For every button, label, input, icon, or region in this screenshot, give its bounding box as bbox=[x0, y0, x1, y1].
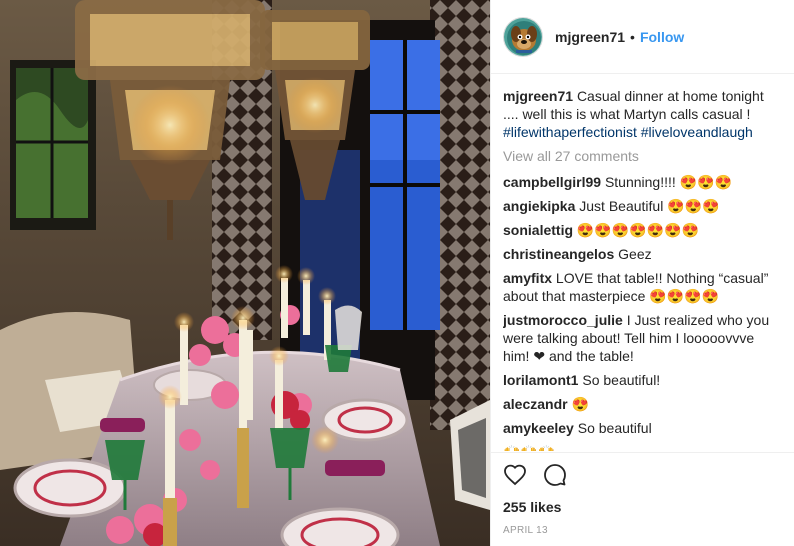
comment-item: angiekipka Just Beautiful 😍😍😍 bbox=[503, 197, 781, 215]
post-date: APRIL 13 bbox=[503, 525, 548, 536]
comment-username[interactable]: aleczandr bbox=[503, 396, 568, 412]
speech-bubble-icon[interactable] bbox=[543, 463, 567, 487]
post-actions: 255 likes APRIL 13 bbox=[491, 452, 794, 546]
caption-hashtags[interactable]: #lifewithaperfectionist #liveloveandlaug… bbox=[503, 124, 753, 140]
comment-text: So beautiful! bbox=[582, 372, 661, 388]
post-photo[interactable] bbox=[0, 0, 490, 546]
dog-avatar-icon bbox=[504, 17, 542, 56]
comment-text: So beautiful bbox=[577, 420, 652, 436]
dinner-table-photo bbox=[0, 0, 490, 546]
comment-username[interactable]: sonialettig bbox=[503, 222, 573, 238]
likes-count[interactable]: 255 likes bbox=[503, 499, 794, 515]
comment-item: sonialettig 😍😍😍😍😍😍😍 bbox=[503, 221, 781, 239]
comment-text: Geez bbox=[618, 246, 652, 262]
comment-username[interactable]: campbellgirl99 bbox=[503, 174, 601, 190]
post: mjgreen71 • Follow mjgreen71 Casual dinn… bbox=[0, 0, 794, 546]
comment-text: Stunning!!!! 😍😍😍 bbox=[604, 174, 732, 190]
separator-dot: • bbox=[630, 28, 635, 45]
comment-item: justmorocco_julie I Just realized who yo… bbox=[503, 311, 781, 365]
comment-text: 😍😍😍😍😍😍😍 bbox=[576, 222, 699, 238]
caption: mjgreen71 Casual dinner at home tonight … bbox=[503, 87, 781, 141]
comment-username[interactable]: amykeeley bbox=[503, 420, 574, 436]
header-username[interactable]: mjgreen71 bbox=[555, 29, 625, 45]
comment-username[interactable]: lorilamont1 bbox=[503, 372, 578, 388]
caption-username[interactable]: mjgreen71 bbox=[503, 88, 573, 104]
comment-username[interactable]: christineangelos bbox=[503, 246, 614, 262]
post-header: mjgreen71 • Follow bbox=[491, 0, 794, 74]
view-all-comments-link[interactable]: View all 27 comments bbox=[503, 147, 781, 165]
comment-username[interactable]: amyfitx bbox=[503, 270, 552, 286]
comments-section: mjgreen71 Casual dinner at home tonight … bbox=[503, 87, 781, 451]
action-icons bbox=[503, 453, 794, 497]
avatar[interactable] bbox=[503, 16, 543, 57]
comment-item: lorilamont1 So beautiful! bbox=[503, 371, 781, 389]
comment-text: 😍 bbox=[571, 396, 589, 412]
comment-item: amyfitx LOVE that table!! Nothing “casua… bbox=[503, 269, 781, 305]
comment-item: christineangelos Geez bbox=[503, 245, 781, 263]
heart-icon[interactable] bbox=[503, 463, 527, 487]
comment-item: 🙌🙌🙌 bbox=[503, 443, 781, 451]
comment-item: aleczandr 😍 bbox=[503, 395, 781, 413]
comment-username[interactable]: justmorocco_julie bbox=[503, 312, 623, 328]
comment-item: campbellgirl99 Stunning!!!! 😍😍😍 bbox=[503, 173, 781, 191]
follow-button[interactable]: Follow bbox=[640, 29, 684, 45]
comment-item: amykeeley So beautiful bbox=[503, 419, 781, 437]
post-panel: mjgreen71 • Follow mjgreen71 Casual dinn… bbox=[490, 0, 794, 546]
comment-text: Just Beautiful 😍😍😍 bbox=[579, 198, 720, 214]
comment-username[interactable]: angiekipka bbox=[503, 198, 575, 214]
comment-text: 🙌🙌🙌 bbox=[503, 444, 555, 451]
